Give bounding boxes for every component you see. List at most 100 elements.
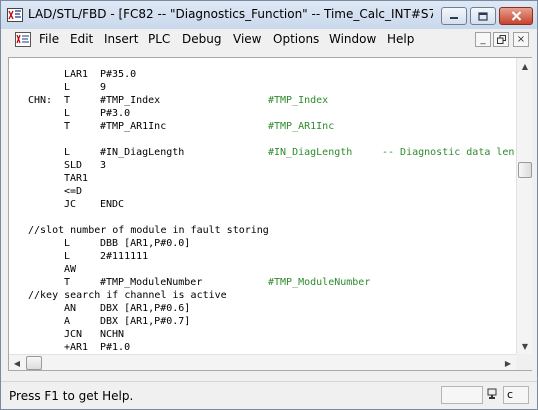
menu-help[interactable]: Help [387, 32, 414, 46]
code-line[interactable]: T #TMP_ModuleNumber #TMP_ModuleNumber [9, 276, 516, 289]
app-icon [7, 8, 23, 22]
code-line[interactable]: L #IN_DiagLength #IN_DiagLength -- Diagnost… [9, 146, 516, 159]
code-area[interactable]: LAR1 P#35.0 L 9 CHN: T #TMP_Index #TMP_Index L P#… [9, 58, 516, 354]
operand: DBB [AR1,P#0.0] [100, 238, 191, 249]
status-pane-mode: c [503, 386, 529, 404]
instruction: TAR1 [64, 173, 89, 184]
menu-edit[interactable]: Edit [70, 32, 93, 46]
vertical-scroll-thumb[interactable] [518, 162, 532, 178]
close-button[interactable] [499, 7, 533, 25]
status-bar: Press F1 to get Help. c [1, 381, 537, 409]
maximize-icon [478, 11, 488, 21]
symbol-comment: #TMP_AR1Inc [268, 121, 335, 132]
horizontal-scrollbar[interactable]: ◀ ▶ [9, 354, 516, 370]
code-line[interactable] [9, 133, 516, 146]
title-bar[interactable]: LAD/STL/FBD - [FC82 -- "Diagnostics_Func… [1, 1, 537, 29]
status-text: Press F1 to get Help. [9, 389, 134, 403]
code-line[interactable]: JCN NCHN [9, 328, 516, 341]
minimize-icon: _ [480, 34, 486, 45]
close-icon [511, 11, 521, 21]
code-line[interactable]: <=D [9, 185, 516, 198]
close-icon: × [516, 34, 526, 45]
menu-debug[interactable]: Debug [182, 32, 221, 46]
code-line[interactable]: JC ENDC [9, 198, 516, 211]
code-line[interactable]: A DBX [AR1,P#0.7] [9, 315, 516, 328]
code-line[interactable] [9, 211, 516, 224]
comment-line: //slot number of module in fault storing [28, 225, 269, 236]
menu-file[interactable]: File [39, 32, 59, 46]
comment-line: //key search if channel is active [28, 290, 227, 301]
symbol-comment: #TMP_ModuleNumber [268, 277, 371, 288]
operand: #IN_DiagLength [100, 147, 185, 158]
maximize-button[interactable] [470, 7, 496, 25]
operand: #TMP_Index [100, 95, 161, 106]
mdi-close-button[interactable]: × [513, 32, 529, 47]
scroll-corner [516, 354, 532, 370]
instruction: T [64, 121, 71, 132]
code-line[interactable]: AN DBX [AR1,P#0.6] [9, 302, 516, 315]
code-line[interactable]: L9 [9, 81, 516, 94]
instruction: L [64, 251, 71, 262]
operand: 9 [100, 82, 107, 93]
mdi-minimize-button[interactable]: _ [475, 32, 491, 47]
instruction: AW [64, 264, 77, 275]
instruction: SLD [64, 160, 83, 171]
instruction: A [64, 316, 71, 327]
instruction: L [64, 147, 71, 158]
operand: #TMP_ModuleNumber [100, 277, 203, 288]
code-line[interactable]: SLD 3 [9, 159, 516, 172]
operand: ENDC [100, 199, 125, 210]
instruction: JCN [64, 329, 83, 340]
menu-plc[interactable]: PLC [148, 32, 170, 46]
document-icon[interactable] [15, 32, 31, 47]
operand: DBX [AR1,P#0.7] [100, 316, 191, 327]
status-pane [441, 386, 483, 404]
code-line[interactable]: //slot number of module in fault storing [9, 224, 516, 237]
window-title: LAD/STL/FBD - [FC82 -- "Diagnostics_Func… [28, 7, 433, 21]
mdi-restore-button[interactable] [493, 32, 509, 47]
symbol-comment: #TMP_Index [268, 95, 329, 106]
operand: P#1.0 [100, 342, 131, 353]
menu-view[interactable]: View [233, 32, 261, 46]
instruction: T [64, 95, 71, 106]
instruction: L [64, 108, 71, 119]
symbol-comment: #IN_DiagLength [268, 147, 353, 158]
menu-insert[interactable]: Insert [104, 32, 138, 46]
instruction: AN [64, 303, 77, 314]
code-line[interactable]: L DBB [AR1,P#0.0] [9, 237, 516, 250]
code-line[interactable]: LAR1 P#35.0 [9, 68, 516, 81]
restore-icon [496, 35, 506, 44]
minimize-button[interactable] [441, 7, 467, 25]
scroll-left-arrow-icon[interactable]: ◀ [9, 355, 25, 371]
vertical-scrollbar[interactable]: ▲ ▼ [516, 58, 532, 354]
scroll-up-arrow-icon[interactable]: ▲ [517, 58, 533, 74]
code-line[interactable]: L 2#111111 [9, 250, 516, 263]
instruction: T [64, 277, 71, 288]
menu-window[interactable]: Window [329, 32, 376, 46]
line-comment: -- Diagnostic data len [382, 147, 515, 158]
instruction: +AR1 [64, 342, 89, 353]
operand: NCHN [100, 329, 125, 340]
code-line[interactable]: +AR1 P#1.0 [9, 341, 516, 354]
menu-options[interactable]: Options [273, 32, 319, 46]
code-line[interactable]: AW [9, 263, 516, 276]
scroll-down-arrow-icon[interactable]: ▼ [517, 338, 533, 354]
stl-editor: LAR1 P#35.0 L 9 CHN: T #TMP_Index #TMP_Index L P#… [8, 57, 532, 371]
code-line[interactable]: TAR1 [9, 172, 516, 185]
scroll-right-arrow-icon[interactable]: ▶ [500, 355, 516, 371]
operand: P#3.0 [100, 108, 131, 119]
operand: #TMP_AR1Inc [100, 121, 167, 132]
code-line[interactable]: T #TMP_AR1Inc #TMP_AR1Inc [9, 120, 516, 133]
app-window: LAD/STL/FBD - [FC82 -- "Diagnostics_Func… [0, 0, 538, 410]
minimize-icon [450, 17, 458, 19]
operand: 3 [100, 160, 107, 171]
instruction: L [64, 238, 71, 249]
code-line[interactable]: CHN: T #TMP_Index #TMP_Index [9, 94, 516, 107]
operand: P#35.0 [100, 69, 137, 80]
online-status-icon [487, 388, 497, 399]
horizontal-scroll-thumb[interactable] [26, 356, 42, 370]
code-line[interactable]: L P#3.0 [9, 107, 516, 120]
instruction: JC [64, 199, 77, 210]
code-line[interactable]: //key search if channel is active [9, 289, 516, 302]
operand: 2#111111 [100, 251, 149, 262]
